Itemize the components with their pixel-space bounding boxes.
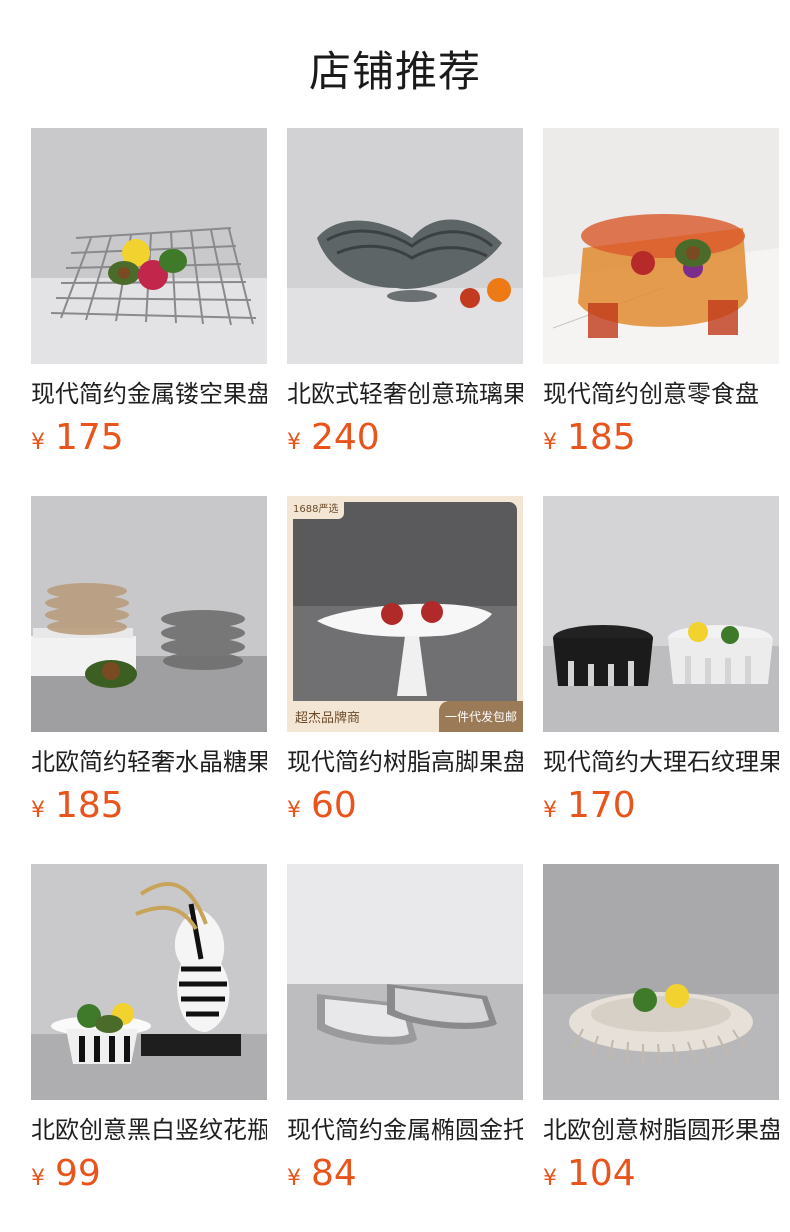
product-title[interactable]: 北欧式轻奢创意琉璃果盘	[287, 378, 523, 410]
product-card[interactable]: 北欧式轻奢创意琉璃果盘 ¥ 240	[287, 128, 523, 468]
product-card[interactable]: 北欧简约轻奢水晶糖果盘 ¥ 185	[31, 496, 267, 836]
currency-symbol: ¥	[31, 798, 45, 823]
free-shipping-badge: 一件代发包邮	[438, 701, 523, 732]
currency-symbol: ¥	[31, 430, 45, 455]
currency-symbol: ¥	[31, 1166, 45, 1191]
brand-badge: 超杰品牌商	[287, 701, 453, 732]
price-amount: 99	[55, 1153, 101, 1194]
product-price: ¥ 84	[287, 1152, 523, 1196]
product-image[interactable]	[31, 128, 267, 364]
product-price: ¥ 170	[543, 784, 779, 828]
price-amount: 185	[567, 417, 636, 458]
product-image[interactable]	[543, 864, 779, 1100]
strict-selection-badge: 1688严选	[287, 496, 345, 519]
product-price: ¥ 185	[31, 784, 267, 828]
price-amount: 170	[567, 785, 636, 826]
product-image[interactable]	[543, 496, 779, 732]
section-header: 店铺推荐	[0, 0, 790, 128]
product-image[interactable]	[287, 864, 523, 1100]
price-amount: 175	[55, 417, 124, 458]
product-image[interactable]	[31, 864, 267, 1100]
product-image[interactable]: 1688严选 超杰品牌商 一件代发包邮	[287, 496, 523, 732]
product-price: ¥ 175	[31, 416, 267, 460]
product-card[interactable]: 北欧创意黑白竖纹花瓶 ¥ 99	[31, 864, 267, 1204]
product-image[interactable]	[31, 496, 267, 732]
product-card[interactable]: 1688严选 超杰品牌商 一件代发包邮 现代简约树脂高脚果盘 ¥ 60	[287, 496, 523, 836]
product-title[interactable]: 北欧创意黑白竖纹花瓶	[31, 1114, 267, 1146]
price-amount: 104	[567, 1153, 636, 1194]
product-price: ¥ 99	[31, 1152, 267, 1196]
product-price: ¥ 104	[543, 1152, 779, 1196]
section-title: 店铺推荐	[308, 47, 481, 96]
currency-symbol: ¥	[543, 430, 557, 455]
currency-symbol: ¥	[287, 1166, 301, 1191]
product-title[interactable]: 现代简约树脂高脚果盘	[287, 746, 523, 778]
product-title[interactable]: 现代简约创意零食盘	[543, 378, 779, 410]
product-image[interactable]	[287, 128, 523, 364]
price-amount: 60	[311, 785, 357, 826]
currency-symbol: ¥	[287, 430, 301, 455]
product-price: ¥ 60	[287, 784, 523, 828]
product-title[interactable]: 北欧简约轻奢水晶糖果盘	[31, 746, 267, 778]
price-amount: 185	[55, 785, 124, 826]
currency-symbol: ¥	[287, 798, 301, 823]
currency-symbol: ¥	[543, 1166, 557, 1191]
price-amount: 240	[311, 417, 380, 458]
product-card[interactable]: 北欧创意树脂圆形果盘 ¥ 104	[543, 864, 779, 1204]
product-title[interactable]: 北欧创意树脂圆形果盘	[543, 1114, 779, 1146]
product-title[interactable]: 现代简约金属椭圆金托盘	[287, 1114, 523, 1146]
product-price: ¥ 185	[543, 416, 779, 460]
product-card[interactable]: 现代简约金属椭圆金托盘 ¥ 84	[287, 864, 523, 1204]
price-amount: 84	[311, 1153, 357, 1194]
product-title[interactable]: 现代简约大理石纹理果盘	[543, 746, 779, 778]
currency-symbol: ¥	[543, 798, 557, 823]
product-card[interactable]: 现代简约创意零食盘 ¥ 185	[543, 128, 779, 468]
product-card[interactable]: 现代简约金属镂空果盘 ¥ 175	[31, 128, 267, 468]
product-image[interactable]	[543, 128, 779, 364]
product-title[interactable]: 现代简约金属镂空果盘	[31, 378, 267, 410]
product-card[interactable]: 现代简约大理石纹理果盘 ¥ 170	[543, 496, 779, 836]
product-price: ¥ 240	[287, 416, 523, 460]
